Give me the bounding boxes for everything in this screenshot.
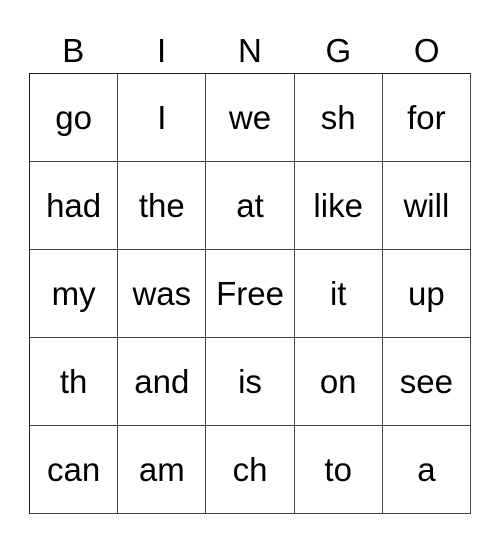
bingo-cell[interactable]: the	[118, 162, 207, 250]
header-letter-o: O	[413, 32, 440, 69]
bingo-cell[interactable]: can	[30, 426, 119, 514]
bingo-grid: go I we sh for had the at like will my w…	[29, 73, 471, 514]
bingo-cell[interactable]: go	[30, 74, 119, 162]
bingo-cell[interactable]: and	[118, 338, 207, 426]
bingo-cell[interactable]: up	[382, 250, 471, 338]
bingo-cell[interactable]: will	[382, 162, 471, 250]
bingo-cell[interactable]: we	[206, 74, 295, 162]
bingo-header: B I N G O	[29, 28, 471, 73]
header-letter-n: N	[238, 32, 262, 69]
bingo-cell[interactable]: a	[382, 426, 471, 514]
bingo-cell[interactable]: for	[382, 74, 471, 162]
free-space-cell[interactable]: Free	[206, 250, 295, 338]
bingo-cell[interactable]: ch	[206, 426, 295, 514]
bingo-cell[interactable]: like	[294, 162, 383, 250]
bingo-cell[interactable]: at	[206, 162, 295, 250]
header-letter-i: I	[157, 32, 167, 69]
header-letter-b: B	[62, 32, 85, 69]
bingo-cell[interactable]: sh	[294, 74, 383, 162]
bingo-cell[interactable]: am	[118, 426, 207, 514]
bingo-cell[interactable]: my	[30, 250, 119, 338]
header-letter-g: G	[325, 32, 352, 69]
bingo-cell[interactable]: on	[294, 338, 383, 426]
bingo-cell[interactable]: had	[30, 162, 119, 250]
bingo-cell[interactable]: th	[30, 338, 119, 426]
bingo-cell[interactable]: is	[206, 338, 295, 426]
bingo-cell[interactable]: was	[118, 250, 207, 338]
bingo-cell[interactable]: see	[382, 338, 471, 426]
bingo-cell[interactable]: to	[294, 426, 383, 514]
bingo-cell[interactable]: I	[118, 74, 207, 162]
bingo-cell[interactable]: it	[294, 250, 383, 338]
